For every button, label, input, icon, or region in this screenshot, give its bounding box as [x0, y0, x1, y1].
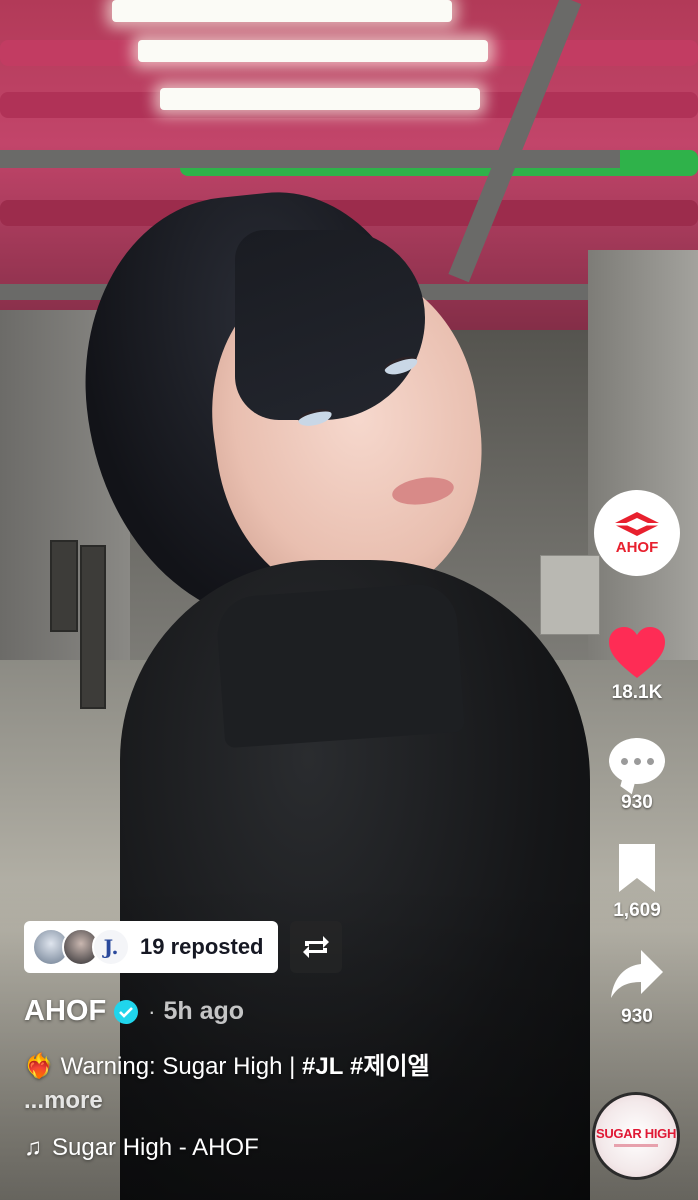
- collar: [215, 581, 465, 749]
- like-button[interactable]: 18.1K: [607, 626, 667, 704]
- electrical-box: [540, 555, 600, 635]
- avatar-logo-text: AHOF: [615, 538, 659, 556]
- ceiling-light: [160, 88, 480, 110]
- repost-row: J. 19 reposted: [24, 921, 342, 973]
- ceiling-light: [138, 40, 488, 62]
- ceiling-light: [112, 0, 452, 22]
- disc-label: SUGAR HIGH: [595, 1125, 677, 1141]
- music-note-icon: ♫: [24, 1134, 42, 1161]
- hashtag[interactable]: #JL: [302, 1053, 343, 1080]
- ahof-logo-icon: [613, 511, 661, 536]
- caption-emoji: ❤️‍🔥: [24, 1053, 54, 1080]
- like-count: 18.1K: [611, 682, 663, 703]
- repost-button[interactable]: [289, 921, 342, 973]
- share-button[interactable]: 930: [609, 948, 665, 1028]
- wall-door: [80, 545, 106, 709]
- separator-dot: ·: [148, 998, 156, 1024]
- bookmark-count: 1,609: [613, 900, 661, 921]
- caption-more-link[interactable]: ...more: [24, 1084, 584, 1118]
- verified-icon: [114, 999, 139, 1024]
- heart-icon: [609, 627, 665, 678]
- bookmark-button[interactable]: 1,609: [613, 842, 661, 922]
- music-title: Sugar High - AHOF: [52, 1134, 259, 1161]
- author-name[interactable]: AHOF: [24, 995, 106, 1028]
- author-row: AHOF · 5h ago: [24, 995, 244, 1028]
- caption-text: Warning: Sugar High |: [60, 1053, 303, 1080]
- comment-button[interactable]: 930: [609, 738, 665, 814]
- ceiling-beam: [0, 150, 620, 168]
- repost-count-text: 19 reposted: [140, 934, 264, 959]
- action-rail: AHOF 18.1K 930 1,609 930: [592, 490, 682, 1028]
- comment-count: 930: [621, 792, 653, 813]
- repost-icon: [302, 936, 329, 958]
- share-icon: [611, 950, 663, 998]
- caption[interactable]: ❤️‍🔥 Warning: Sugar High | #JL #제이엘 ...m…: [24, 1050, 584, 1118]
- share-count: 930: [621, 1006, 653, 1027]
- hashtag[interactable]: #제이엘: [350, 1053, 430, 1080]
- comment-icon: [609, 738, 665, 784]
- bookmark-icon: [618, 844, 655, 892]
- post-time: 5h ago: [163, 997, 245, 1025]
- caption-line: ❤️‍🔥 Warning: Sugar High | #JL #제이엘: [24, 1050, 584, 1084]
- reposter-avatar: J.: [92, 928, 130, 966]
- wall-panel: [50, 540, 78, 632]
- creator-avatar[interactable]: AHOF: [594, 490, 680, 576]
- repost-chip[interactable]: J. 19 reposted: [24, 921, 278, 973]
- music-row[interactable]: ♫ Sugar High - AHOF: [24, 1134, 259, 1162]
- disc-subline: [614, 1143, 658, 1147]
- music-disc[interactable]: SUGAR HIGH: [592, 1092, 680, 1180]
